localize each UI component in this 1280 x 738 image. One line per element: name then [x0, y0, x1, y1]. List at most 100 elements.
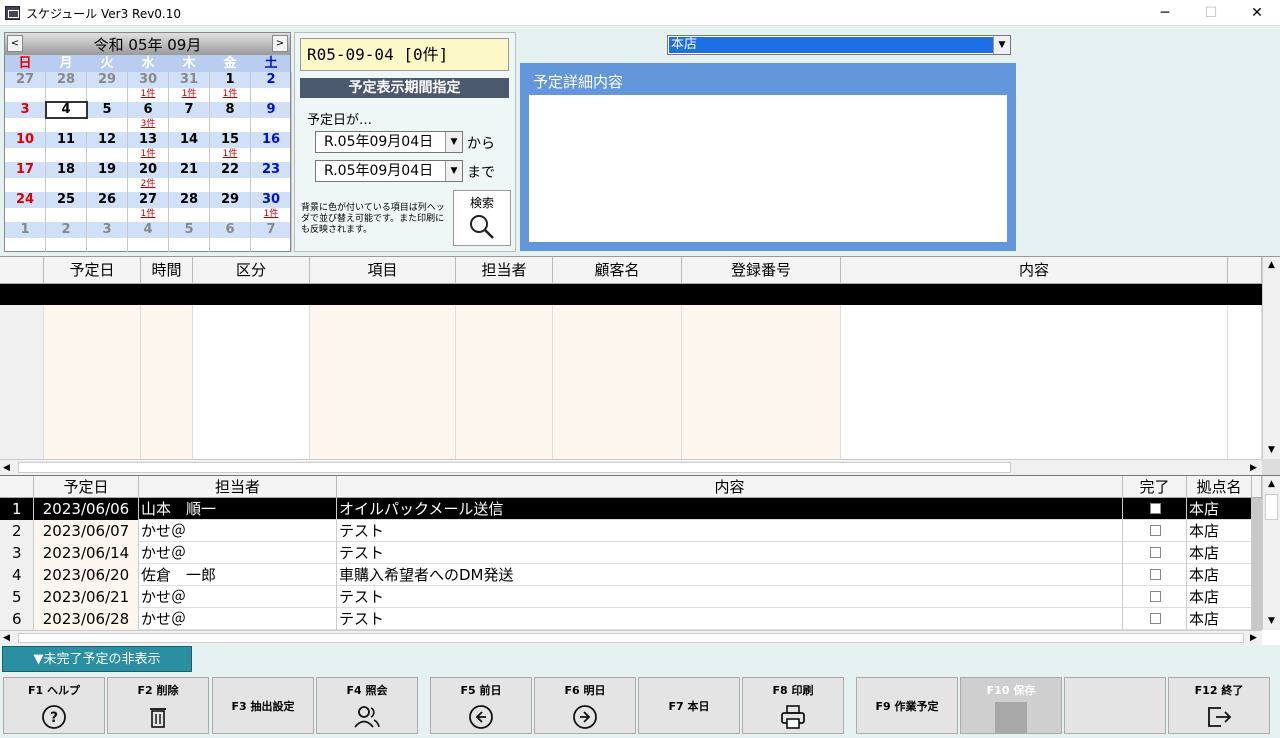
calendar-day[interactable]: 28 — [46, 72, 87, 102]
table-cell[interactable] — [553, 371, 682, 393]
table-cell[interactable] — [0, 305, 44, 327]
scroll-left-icon[interactable]: ◀ — [3, 460, 10, 476]
table-cell[interactable] — [682, 393, 841, 415]
table-cell[interactable] — [0, 437, 44, 459]
vscroll-thumb[interactable] — [1265, 494, 1278, 520]
calendar-day[interactable]: 3 — [87, 222, 128, 252]
dropdown-arrow-icon[interactable]: ▼ — [993, 36, 1010, 54]
table-cell[interactable] — [44, 305, 141, 327]
table-cell[interactable] — [456, 415, 553, 437]
task-list-hscroll[interactable]: ◀ ▶ — [0, 630, 1262, 645]
event-count-link[interactable]: 1件 — [128, 208, 168, 220]
table-cell[interactable] — [0, 327, 44, 349]
table-cell[interactable] — [44, 371, 141, 393]
column-header[interactable]: 予定日 — [44, 257, 141, 284]
calendar-day[interactable]: 10 — [5, 132, 46, 162]
table-cell[interactable] — [310, 371, 456, 393]
schedule-grid-vscroll[interactable]: ▲ ▼ — [1262, 257, 1280, 459]
table-cell[interactable] — [44, 415, 141, 437]
calendar-day[interactable]: 15 1件 — [210, 132, 251, 162]
table-cell[interactable] — [456, 393, 553, 415]
list-item[interactable]: 4 2023/06/20 佐倉 一郎 車購入希望者へのDM発送 本店 — [0, 564, 1252, 586]
table-cell[interactable] — [456, 371, 553, 393]
column-header[interactable]: 予定日 — [34, 476, 139, 498]
table-cell[interactable] — [841, 415, 1228, 437]
from-date-select[interactable]: R.05年09月04日 ▼ — [315, 131, 463, 153]
hscroll-thumb[interactable] — [18, 462, 1011, 473]
list-item[interactable]: 5 2023/06/21 かせ＠ テスト 本店 — [0, 586, 1252, 608]
calendar-day[interactable]: 16 — [251, 132, 292, 162]
list-item[interactable]: 6 2023/06/28 かせ＠ テスト 本店 — [0, 608, 1252, 630]
f9-work-schedule-button[interactable]: F9 作業予定 — [856, 677, 958, 734]
done-checkbox[interactable] — [1150, 503, 1161, 514]
list-item[interactable]: 2 2023/06/07 かせ＠ テスト 本店 — [0, 520, 1252, 542]
table-cell[interactable] — [0, 415, 44, 437]
minimize-button[interactable]: ─ — [1142, 0, 1188, 26]
f1-help-button[interactable]: F1 ヘルプ ? — [3, 677, 105, 734]
table-cell[interactable] — [44, 437, 141, 459]
table-cell[interactable] — [193, 349, 310, 371]
table-cell[interactable] — [1228, 305, 1262, 327]
hide-incomplete-toggle[interactable]: ▼未完了予定の非表示 — [2, 646, 192, 672]
table-cell[interactable] — [553, 437, 682, 459]
calendar-day[interactable]: 29 — [87, 72, 128, 102]
f3-filter-settings-button[interactable]: F3 抽出設定 — [212, 677, 314, 734]
table-cell[interactable] — [682, 437, 841, 459]
scroll-right-icon[interactable]: ▶ — [1250, 631, 1257, 646]
table-cell[interactable] — [841, 393, 1228, 415]
table-cell[interactable] — [553, 393, 682, 415]
table-cell[interactable] — [0, 371, 44, 393]
table-cell[interactable] — [193, 415, 310, 437]
table-cell[interactable] — [44, 393, 141, 415]
event-count-link[interactable]: 1件 — [210, 148, 250, 160]
calendar-day[interactable]: 11 — [46, 132, 87, 162]
done-checkbox[interactable] — [1150, 613, 1161, 624]
table-cell[interactable] — [193, 393, 310, 415]
calendar-day[interactable]: 2 — [251, 72, 292, 102]
scroll-down-icon[interactable]: ▼ — [1263, 613, 1280, 630]
column-header[interactable]: 内容 — [337, 476, 1123, 498]
column-header[interactable]: 区分 — [193, 257, 310, 284]
calendar-day[interactable]: 20 2件 — [128, 162, 169, 192]
calendar-day[interactable]: 19 — [87, 162, 128, 192]
next-month-button[interactable]: > — [272, 35, 288, 52]
scroll-up-icon[interactable]: ▲ — [1263, 257, 1280, 274]
table-cell[interactable] — [141, 305, 193, 327]
calendar-day[interactable]: 14 — [169, 132, 210, 162]
table-cell[interactable] — [682, 305, 841, 327]
table-cell[interactable] — [141, 327, 193, 349]
dropdown-arrow-icon[interactable]: ▼ — [445, 161, 462, 181]
calendar-day[interactable]: 1 1件 — [210, 72, 251, 102]
calendar-day[interactable]: 18 — [46, 162, 87, 192]
f8-print-button[interactable]: F8 印刷 — [742, 677, 844, 734]
event-count-link[interactable]: 2件 — [128, 178, 168, 190]
done-checkbox-cell[interactable] — [1123, 498, 1187, 520]
table-cell[interactable] — [0, 393, 44, 415]
table-cell[interactable] — [310, 327, 456, 349]
table-cell[interactable] — [682, 371, 841, 393]
table-cell[interactable] — [841, 327, 1228, 349]
table-cell[interactable] — [141, 415, 193, 437]
done-checkbox[interactable] — [1150, 569, 1161, 580]
table-cell[interactable] — [841, 305, 1228, 327]
f12-exit-button[interactable]: F12 終了 — [1168, 677, 1270, 734]
table-cell[interactable] — [841, 371, 1228, 393]
calendar-day[interactable]: 7 — [169, 102, 210, 132]
table-cell[interactable] — [310, 415, 456, 437]
table-cell[interactable] — [1228, 349, 1262, 371]
table-cell[interactable] — [1228, 415, 1262, 437]
maximize-button[interactable]: ☐ — [1188, 0, 1234, 26]
calendar-day[interactable]: 4 — [128, 222, 169, 252]
table-cell[interactable] — [310, 437, 456, 459]
column-header[interactable]: 担当者 — [456, 257, 553, 284]
calendar-day[interactable]: 26 — [87, 192, 128, 222]
f7-today-button[interactable]: F7 本日 — [638, 677, 740, 734]
event-count-link[interactable]: 1件 — [128, 148, 168, 160]
calendar-day[interactable]: 6 — [210, 222, 251, 252]
table-cell[interactable] — [44, 349, 141, 371]
table-cell[interactable] — [841, 437, 1228, 459]
calendar-day[interactable]: 5 — [169, 222, 210, 252]
table-cell[interactable] — [553, 415, 682, 437]
table-cell[interactable] — [193, 371, 310, 393]
column-header[interactable]: 登録番号 — [682, 257, 841, 284]
